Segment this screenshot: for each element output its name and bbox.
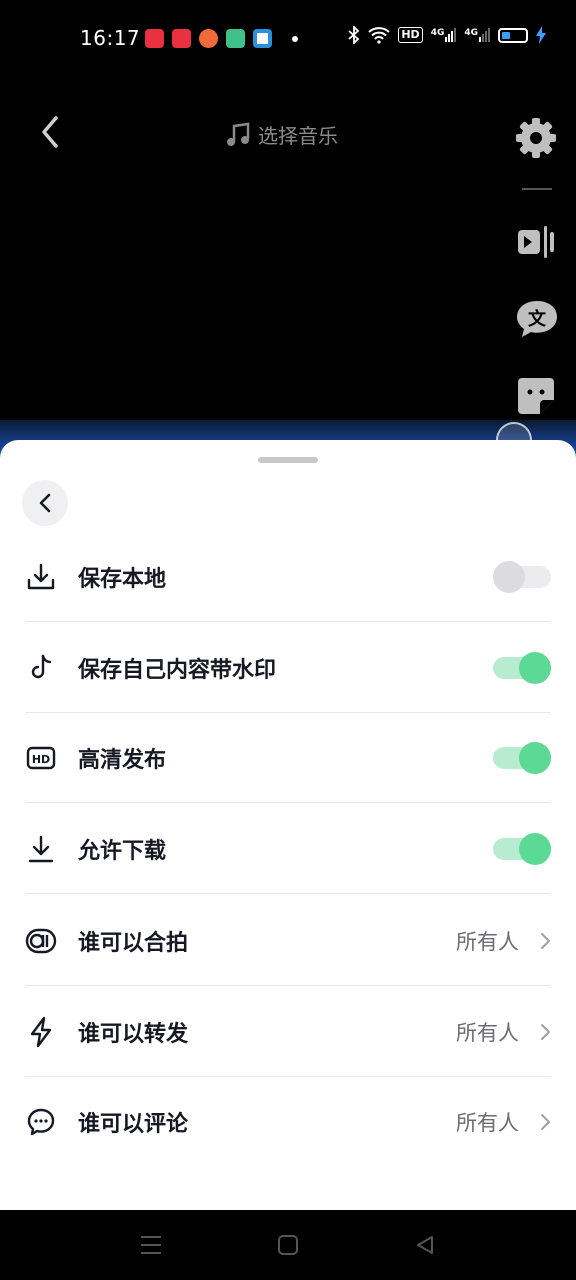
allow-download-toggle[interactable] xyxy=(493,833,551,865)
back-arrow-icon[interactable] xyxy=(36,114,64,150)
wifi-icon xyxy=(368,27,391,44)
chevron-right-icon xyxy=(541,933,550,949)
duet-icon xyxy=(25,925,57,957)
row-value: 所有人 xyxy=(456,1021,519,1045)
status-bar: 16:17 HD 4G 4G xyxy=(0,0,576,78)
music-note-icon xyxy=(227,122,250,146)
row-label: 谁可以合拍 xyxy=(78,931,189,956)
row-label: 允许下载 xyxy=(78,839,167,864)
divider xyxy=(25,802,551,803)
download-icon xyxy=(25,833,57,865)
status-indicators: HD 4G 4G xyxy=(348,26,546,44)
chevron-right-icon xyxy=(541,1114,550,1130)
row-save-watermark[interactable]: 保存自己内容带水印 xyxy=(25,623,551,713)
back-triangle-icon[interactable] xyxy=(414,1234,436,1256)
row-allow-download[interactable]: 允许下载 xyxy=(25,804,551,894)
save-watermark-toggle[interactable] xyxy=(493,652,551,684)
notification-icons xyxy=(145,29,298,48)
app-icon-orange xyxy=(199,29,218,48)
row-label: 高清发布 xyxy=(78,748,167,773)
sticker-icon[interactable] xyxy=(514,374,558,418)
divider xyxy=(25,893,551,894)
tiktok-note-icon xyxy=(25,652,57,684)
system-nav-bar xyxy=(0,1210,576,1280)
comment-icon xyxy=(25,1106,57,1138)
row-label: 保存本地 xyxy=(78,567,167,592)
row-label: 保存自己内容带水印 xyxy=(78,658,277,683)
hd-icon: HD xyxy=(25,742,57,774)
svg-text:文: 文 xyxy=(528,308,547,330)
save-local-toggle[interactable] xyxy=(493,561,551,593)
lightning-icon xyxy=(25,1016,57,1048)
app-icon-green xyxy=(226,29,245,48)
bluetooth-icon xyxy=(348,26,360,44)
status-time: 16:17 xyxy=(80,26,141,50)
charging-icon xyxy=(536,26,546,44)
settings-gear-icon[interactable] xyxy=(514,116,558,160)
select-music-label: 选择音乐 xyxy=(258,124,338,148)
row-who-can-comment[interactable]: 谁可以评论 所有人 xyxy=(25,1077,551,1167)
side-divider xyxy=(522,188,552,190)
row-hd-publish[interactable]: HD 高清发布 xyxy=(25,713,551,803)
svg-text:HD: HD xyxy=(32,753,50,766)
camera-top-bar: 选择音乐 xyxy=(0,100,576,170)
app-icon-news xyxy=(172,29,191,48)
flip-camera-icon[interactable] xyxy=(514,220,558,264)
row-value: 所有人 xyxy=(456,1111,519,1135)
home-icon[interactable] xyxy=(277,1234,299,1256)
chevron-left-icon xyxy=(39,493,51,513)
row-value: 所有人 xyxy=(456,930,519,954)
sheet-drag-handle[interactable] xyxy=(258,457,318,463)
divider xyxy=(25,621,551,622)
chevron-right-icon xyxy=(541,1024,550,1040)
signal-1-icon: 4G xyxy=(431,28,457,42)
hd-voice-icon: HD xyxy=(398,27,423,43)
app-icon-video xyxy=(145,29,164,48)
download-tray-icon xyxy=(25,561,57,593)
select-music-button[interactable]: 选择音乐 xyxy=(226,120,338,149)
menu-icon[interactable] xyxy=(139,1234,163,1256)
divider xyxy=(25,985,551,986)
row-label: 谁可以评论 xyxy=(78,1112,189,1137)
app-icon-blue xyxy=(253,29,272,48)
sheet-back-button[interactable] xyxy=(22,480,68,526)
battery-icon xyxy=(498,27,528,43)
signal-2-icon: 4G xyxy=(464,28,490,42)
settings-sheet: 保存本地 保存自己内容带水印 HD 高清发布 允许下载 谁可以合拍 所有人 谁可… xyxy=(0,440,576,1210)
more-notifications-dot xyxy=(292,35,298,42)
hd-publish-toggle[interactable] xyxy=(493,742,551,774)
row-label: 谁可以转发 xyxy=(78,1022,189,1047)
row-who-can-share[interactable]: 谁可以转发 所有人 xyxy=(25,987,551,1077)
translate-subtitle-icon[interactable]: 文 xyxy=(514,298,560,342)
row-save-local[interactable]: 保存本地 xyxy=(25,532,551,622)
row-who-can-duet[interactable]: 谁可以合拍 所有人 xyxy=(25,896,551,986)
